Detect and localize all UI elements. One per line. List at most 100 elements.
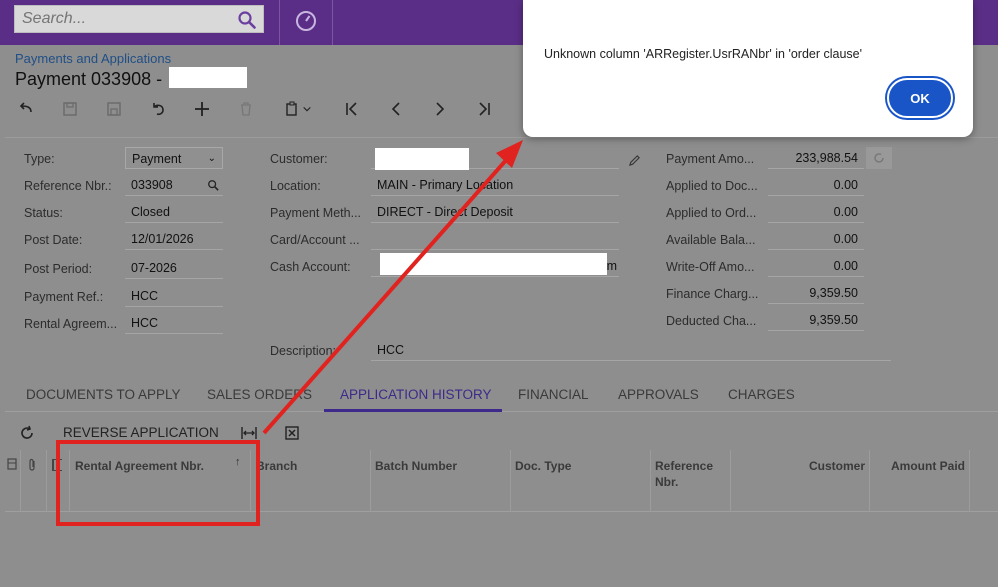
pencil-icon[interactable]: [628, 154, 641, 167]
post-date-field[interactable]: 12/01/2026: [125, 228, 223, 250]
tab-documents-to-apply[interactable]: DOCUMENTS TO APPLY: [26, 387, 181, 402]
document-summary-form: Type: Payment ⌄ Reference Nbr.: 033908 St…: [5, 137, 998, 369]
column-separator: [969, 450, 970, 512]
fit-columns-icon[interactable]: [240, 426, 258, 440]
trash-icon: [241, 102, 251, 116]
column-separator: [46, 450, 47, 512]
payment-ref-field[interactable]: HCC: [125, 285, 223, 307]
rental-agreement-label: Rental Agreem...: [24, 317, 118, 331]
reference-nbr-label: Reference Nbr.:: [24, 179, 112, 193]
type-value: Payment: [132, 152, 182, 166]
next-record-button[interactable]: [426, 97, 454, 121]
description-field[interactable]: HCC: [371, 339, 891, 361]
first-record-button[interactable]: [338, 97, 366, 121]
page-title: Payment 033908 -: [15, 69, 163, 89]
deducted-charges-label: Deducted Cha...: [666, 314, 757, 328]
refresh-icon[interactable]: [19, 425, 35, 441]
chevron-down-icon: [303, 106, 311, 112]
export-excel-icon[interactable]: [285, 426, 299, 440]
column-amount-paid[interactable]: Amount Paid: [875, 458, 965, 474]
applied-to-documents-label: Applied to Doc...: [666, 179, 758, 193]
refresh-amount-button[interactable]: [866, 147, 892, 169]
save-close-button[interactable]: [56, 97, 84, 121]
available-balance-value: 0.00: [768, 228, 864, 250]
back-button[interactable]: [12, 97, 40, 121]
redacted-customer: [375, 148, 469, 170]
undo-icon: [153, 103, 164, 116]
chevron-left-icon: [391, 102, 400, 116]
status-label: Status:: [24, 206, 63, 220]
card-account-field[interactable]: [371, 228, 619, 250]
search-icon[interactable]: [237, 10, 257, 30]
column-separator: [650, 450, 651, 512]
search-input[interactable]: [15, 6, 225, 32]
error-dialog: Unknown column 'ARRegister.UsrRANbr' in …: [523, 0, 973, 137]
reference-nbr-field[interactable]: 033908: [125, 174, 223, 196]
redacted-title: [169, 67, 247, 88]
search-box[interactable]: [14, 5, 264, 33]
row-selector-icon: [7, 458, 17, 470]
column-separator: [510, 450, 511, 512]
add-button[interactable]: [188, 97, 216, 121]
annotation-highlight-box: [56, 440, 260, 526]
tab-charges[interactable]: CHARGES: [728, 387, 795, 402]
save-button[interactable]: [100, 97, 128, 121]
ok-button[interactable]: OK: [887, 78, 953, 118]
payment-amount-label: Payment Amo...: [666, 152, 755, 166]
applied-to-orders-value: 0.00: [768, 201, 864, 223]
post-period-field[interactable]: 07-2026: [125, 257, 223, 279]
history-icon[interactable]: [294, 9, 318, 33]
payment-method-label: Payment Meth...: [270, 206, 362, 220]
type-select[interactable]: Payment ⌄: [125, 147, 223, 169]
tab-bar: DOCUMENTS TO APPLY SALES ORDERS APPLICAT…: [5, 375, 998, 412]
breadcrumb[interactable]: Payments and Applications: [15, 51, 171, 66]
column-batch-number[interactable]: Batch Number: [375, 458, 457, 474]
save-close-icon: [63, 102, 77, 116]
finance-charges-value: 9,359.50: [768, 282, 864, 304]
available-balance-label: Available Bala...: [666, 233, 756, 247]
column-doc-type[interactable]: Doc. Type: [515, 458, 571, 474]
delete-button[interactable]: [232, 97, 260, 121]
column-customer[interactable]: Customer: [735, 458, 865, 474]
location-field[interactable]: MAIN - Primary Location: [371, 174, 619, 196]
topbar-divider: [332, 0, 333, 45]
attachment-icon: [29, 458, 35, 471]
reverse-application-button[interactable]: REVERSE APPLICATION: [63, 425, 219, 440]
last-icon: [479, 102, 490, 116]
column-reference-nbr[interactable]: Reference Nbr.: [655, 458, 725, 490]
search-icon[interactable]: [207, 179, 219, 191]
chevron-right-icon: [436, 102, 445, 116]
refresh-icon: [874, 153, 884, 163]
write-off-amount-value: 0.00: [768, 255, 864, 277]
last-record-button[interactable]: [470, 97, 498, 121]
rental-agreement-field[interactable]: HCC: [125, 312, 223, 334]
applied-to-orders-label: Applied to Ord...: [666, 206, 757, 220]
column-separator: [20, 450, 21, 512]
error-message: Unknown column 'ARRegister.UsrRANbr' in …: [544, 47, 862, 61]
redacted-cash-account: [380, 253, 607, 275]
tab-sales-orders[interactable]: SALES ORDERS: [207, 387, 312, 402]
undo-button[interactable]: [144, 97, 172, 121]
reference-nbr-value: 033908: [131, 178, 173, 192]
customer-label: Customer:: [270, 152, 328, 166]
finance-charges-label: Finance Charg...: [666, 287, 759, 301]
payment-amount-field[interactable]: 233,988.54: [768, 147, 864, 169]
clipboard-icon: [286, 101, 297, 116]
tab-approvals[interactable]: APPROVALS: [618, 387, 699, 402]
back-arrow-icon: [19, 102, 32, 113]
payment-method-field[interactable]: DIRECT - Direct Deposit: [371, 201, 619, 223]
tab-financial[interactable]: FINANCIAL: [518, 387, 589, 402]
active-tab-indicator: [324, 409, 502, 412]
first-icon: [346, 102, 357, 116]
location-label: Location:: [270, 179, 321, 193]
payment-ref-label: Payment Ref.:: [24, 290, 104, 304]
column-separator: [869, 450, 870, 512]
post-date-label: Post Date:: [24, 233, 83, 247]
card-account-label: Card/Account ...: [270, 233, 360, 247]
column-branch[interactable]: Branch: [256, 458, 297, 474]
tab-application-history[interactable]: APPLICATION HISTORY: [340, 387, 492, 402]
save-icon: [107, 102, 121, 116]
write-off-amount-label: Write-Off Amo...: [666, 260, 755, 274]
copy-paste-button[interactable]: [276, 97, 320, 121]
previous-record-button[interactable]: [382, 97, 410, 121]
